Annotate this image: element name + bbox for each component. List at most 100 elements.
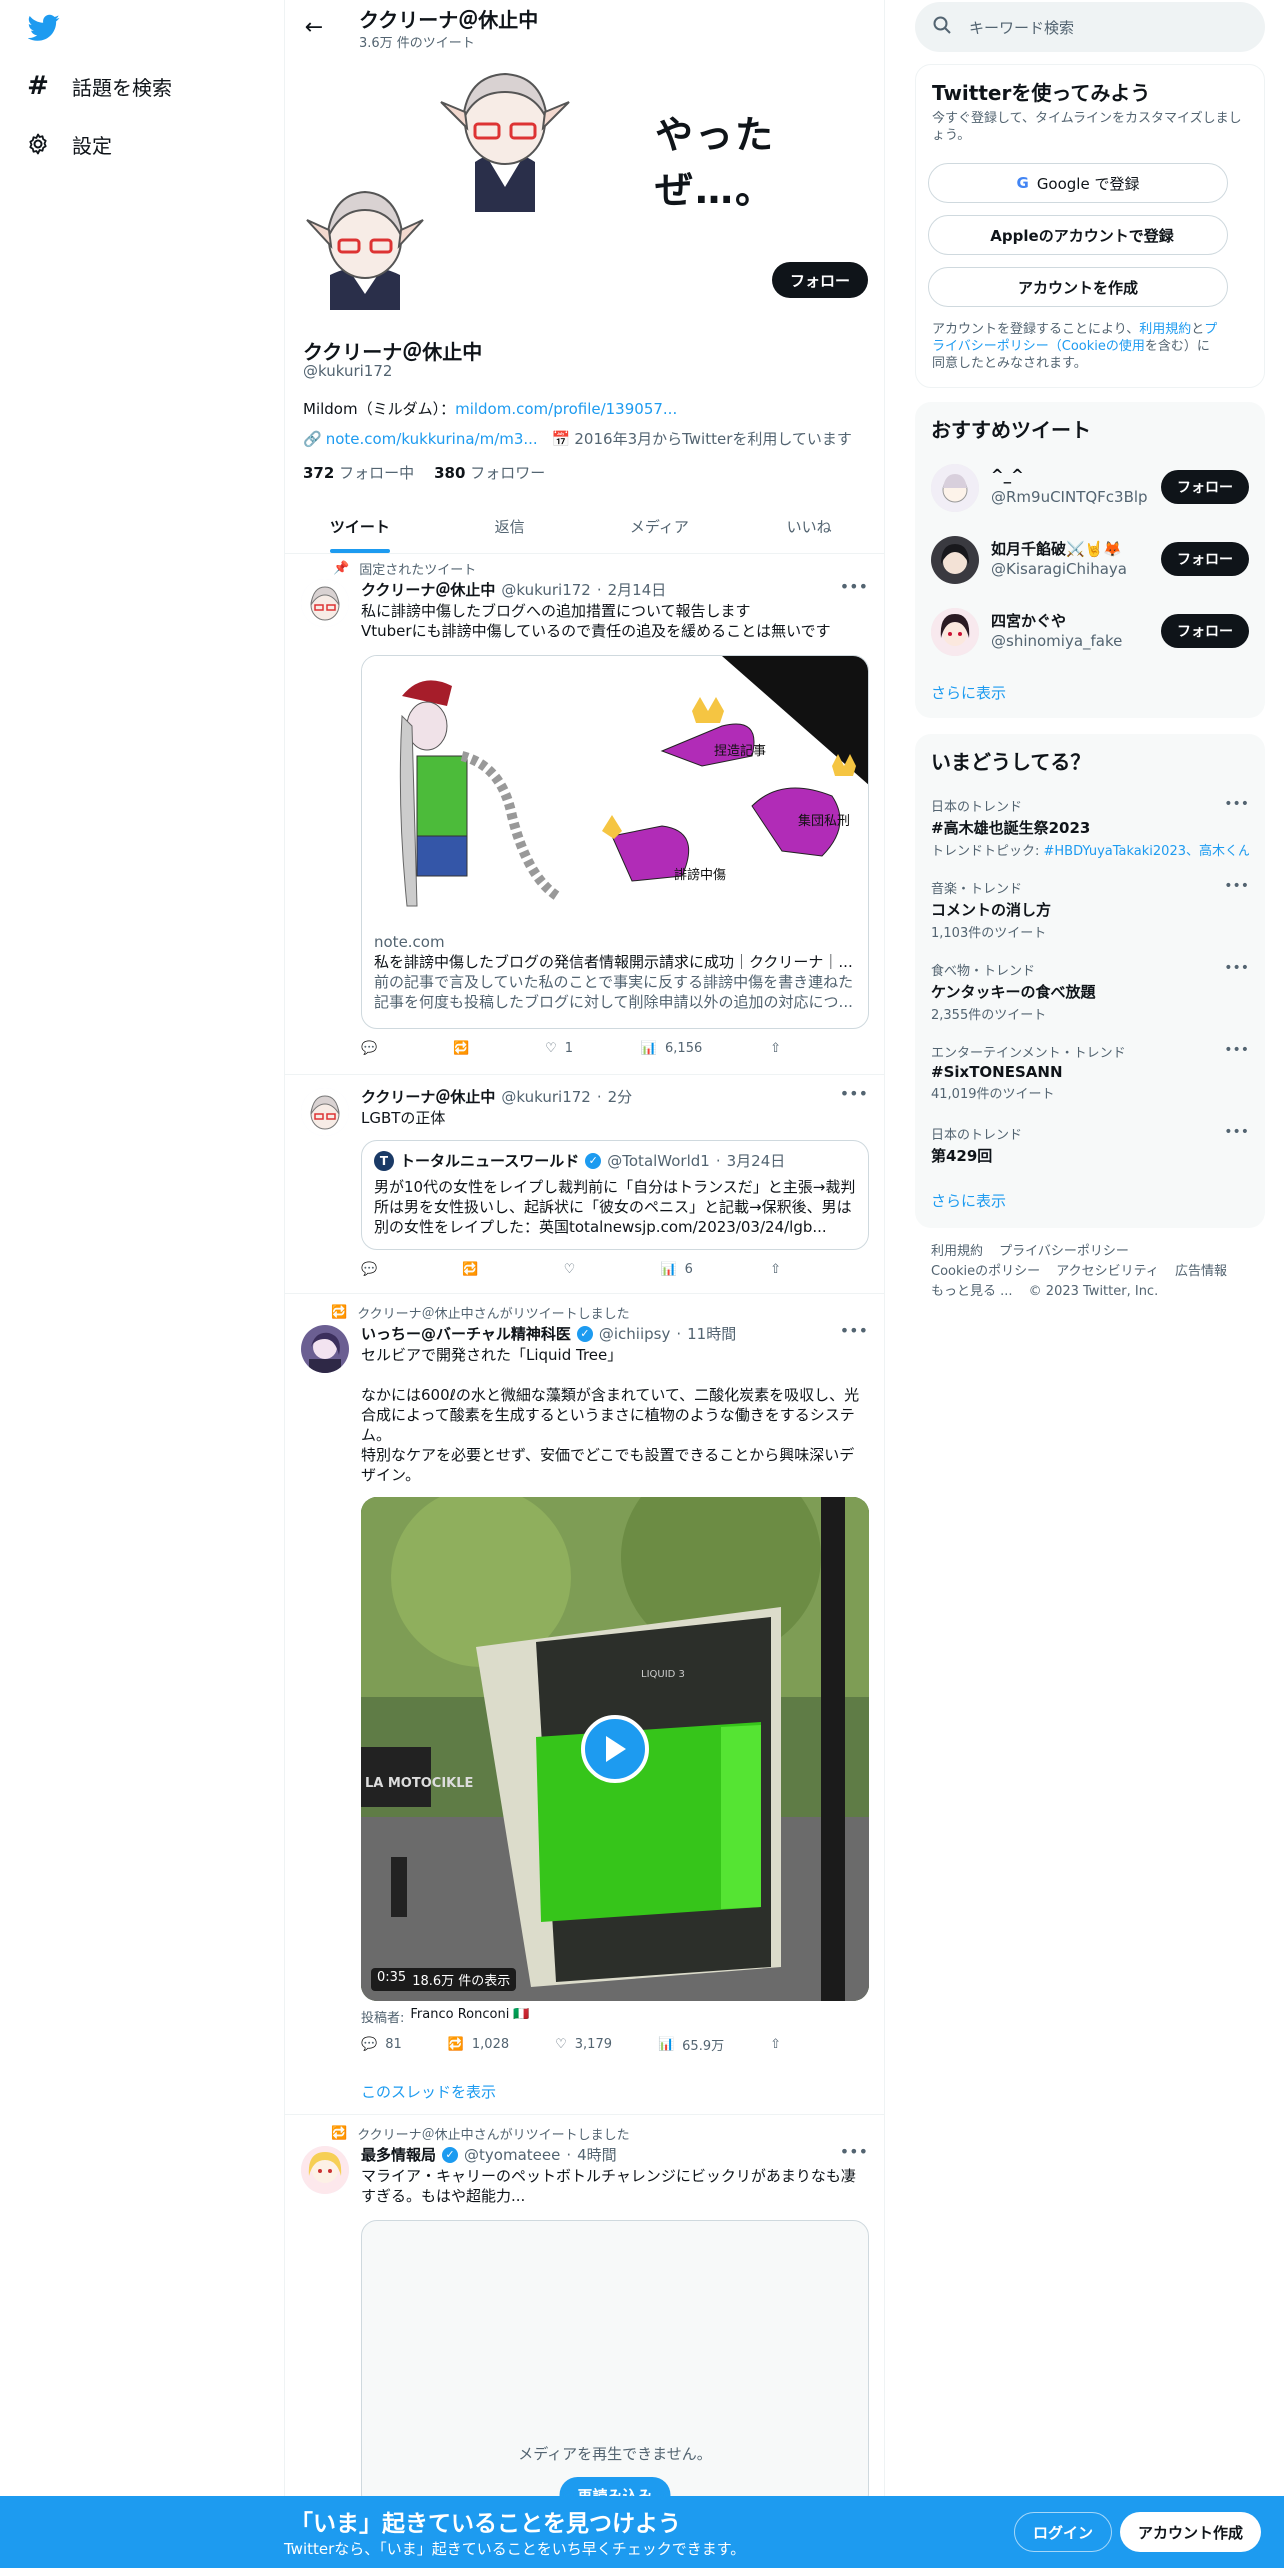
author-handle[interactable]: @kukuri172 bbox=[501, 1088, 590, 1106]
author-name[interactable]: ククリーナ＠休止中 bbox=[361, 579, 495, 600]
following-link[interactable]: 372 フォロー中 bbox=[303, 462, 414, 483]
like-button[interactable]: ♡ 1 bbox=[545, 1041, 573, 1056]
trend-item[interactable]: 食べ物・トレンド ケンタッキーの食べ放題 2,355件のツイート ••• bbox=[931, 960, 1249, 1023]
nav-explore[interactable]: # 話題を検索 bbox=[26, 64, 172, 108]
tab-media[interactable]: メディア bbox=[585, 500, 735, 553]
footer-link[interactable]: 利用規約 bbox=[931, 1244, 983, 1259]
tab-tweets[interactable]: ツイート bbox=[285, 500, 435, 553]
author-handle[interactable]: @tyomateee bbox=[464, 2146, 560, 2164]
card-domain: note.com bbox=[374, 933, 445, 951]
tweet-time[interactable]: 11時間 bbox=[687, 1323, 736, 1344]
login-button[interactable]: ログイン bbox=[1014, 2512, 1113, 2552]
like-button[interactable]: ♡ 3,179 bbox=[555, 2035, 612, 2054]
author-handle[interactable]: @kukuri172 bbox=[501, 581, 590, 599]
more-icon[interactable]: ••• bbox=[1224, 1124, 1249, 1140]
tweet-quote[interactable]: ククリーナ＠休止中 @kukuri172 · 2分 ••• LGBTの正体 T … bbox=[285, 1076, 884, 1294]
like-count: 1 bbox=[564, 1041, 573, 1056]
reply-button[interactable]: 💬 81 bbox=[361, 2035, 402, 2054]
recommended-user[interactable]: 四宮かぐや @shinomiya_fake フォロー bbox=[931, 602, 1249, 662]
profile-avatar[interactable] bbox=[305, 170, 425, 320]
show-more-link[interactable]: さらに表示 bbox=[931, 1190, 1006, 1211]
search-box[interactable]: キーワード検索 bbox=[915, 2, 1265, 52]
trend-item[interactable]: エンターテインメント・トレンド #SixTONESANN 41,019件のツイー… bbox=[931, 1042, 1249, 1102]
tweet-retweet-video[interactable]: 🔁 ククリーナ＠休止中さんがリツイートしました いっちー@バーチャル精神科医 ✓… bbox=[285, 1295, 884, 2115]
avatar[interactable] bbox=[301, 1325, 349, 1373]
avatar bbox=[931, 536, 979, 584]
trend-item[interactable]: 日本のトレンド #高木雄也誕生祭2023 トレンドトピック: #HBDYuyaT… bbox=[931, 796, 1249, 859]
more-icon[interactable]: ••• bbox=[1224, 1042, 1249, 1058]
tweet-time[interactable]: 2分 bbox=[608, 1086, 633, 1107]
trend-name: #SixTONESANN bbox=[931, 1063, 1063, 1081]
footer-link[interactable]: 広告情報 bbox=[1175, 1264, 1227, 1279]
more-icon[interactable]: ••• bbox=[1224, 878, 1249, 894]
footer-link[interactable]: プライバシーポリシー bbox=[999, 1244, 1129, 1259]
pinned-context: 📌 固定されたツイート bbox=[333, 559, 476, 578]
share-button[interactable]: ⇧ bbox=[770, 1262, 781, 1277]
share-button[interactable]: ⇧ bbox=[770, 2035, 781, 2054]
trend-item[interactable]: 日本のトレンド 第429回 ••• bbox=[931, 1124, 1249, 1166]
retweet-button[interactable]: 🔁 bbox=[462, 1262, 486, 1277]
author-name[interactable]: ククリーナ＠休止中 bbox=[361, 1086, 495, 1107]
avatar[interactable] bbox=[301, 1088, 349, 1136]
followers-link[interactable]: 380 フォロワー bbox=[434, 462, 545, 483]
views-button[interactable]: 📊 6,156 bbox=[641, 1041, 702, 1056]
avatar[interactable] bbox=[301, 2146, 349, 2194]
trend-meta-link[interactable]: #HBDYuyaTakaki2023、高木くん bbox=[1044, 844, 1249, 859]
profile-handle: @kukuri172 bbox=[303, 362, 393, 380]
follow-button[interactable]: フォロー bbox=[1161, 542, 1249, 576]
views-button[interactable]: 📊 6 bbox=[660, 1262, 692, 1277]
tab-likes[interactable]: いいね bbox=[734, 500, 884, 553]
follow-button[interactable]: フォロー bbox=[1161, 614, 1249, 648]
quoted-tweet[interactable]: T トータルニュースワールド ✓ @TotalWorld1 · 3月24日 男が… bbox=[361, 1140, 869, 1250]
more-icon[interactable]: ••• bbox=[1224, 960, 1249, 976]
retweet-button[interactable]: 🔁 1,028 bbox=[448, 2035, 509, 2054]
tweet-time[interactable]: 4時間 bbox=[577, 2144, 617, 2165]
footer-link[interactable]: Cookieのポリシー bbox=[931, 1264, 1040, 1279]
link-card[interactable]: 捏造記事 集団私刑 誹謗中傷 note.com 私を誹謗中傷したブログの発信者情… bbox=[361, 655, 869, 1029]
google-signup-button[interactable]: G Google で登録 bbox=[928, 163, 1228, 203]
tweet-text: マライア・キャリーのペットボトルチャレンジにビックリがあまりなも凄すぎる。もはや… bbox=[361, 2167, 856, 2205]
back-arrow-icon[interactable]: ← bbox=[297, 10, 331, 44]
tab-replies[interactable]: 返信 bbox=[435, 500, 585, 553]
show-more-link[interactable]: さらに表示 bbox=[931, 682, 1006, 703]
author-name[interactable]: いっちー@バーチャル精神科医 bbox=[361, 1323, 571, 1344]
recommended-user[interactable]: ^_^ @Rm9uCINTQFc3Blp フォロー bbox=[931, 458, 1249, 518]
tweet-retweet-media[interactable]: 🔁 ククリーナ＠休止中さんがリツイートしました 最多情報局 ✓ @tyomate… bbox=[285, 2116, 884, 2516]
reply-button[interactable]: 💬 bbox=[361, 1262, 385, 1277]
retweet-icon: 🔁 bbox=[331, 1305, 348, 1320]
video-player[interactable]: LIQUID 3 LA MOTOCIKLE 0:35 18.6万 件の表示 bbox=[361, 1497, 869, 2001]
trend-category: 音楽・トレンド bbox=[931, 882, 1023, 897]
more-icon[interactable]: ••• bbox=[840, 577, 868, 596]
website-link[interactable]: note.com/kukkurina/m/m3... bbox=[326, 430, 538, 448]
bio-link[interactable]: mildom.com/profile/139057... bbox=[455, 400, 677, 418]
retweet-button[interactable]: 🔁 bbox=[453, 1041, 477, 1056]
play-icon[interactable] bbox=[581, 1715, 649, 1783]
author-handle[interactable]: @ichiipsy bbox=[599, 1325, 670, 1343]
trend-item[interactable]: 音楽・トレンド コメントの消し方 1,103件のツイート ••• bbox=[931, 878, 1249, 941]
tweet-pinned[interactable]: 📌 固定されたツイート ククリーナ＠休止中 @kukuri172 · 2月14日… bbox=[285, 555, 884, 1075]
terms-link[interactable]: 利用規約 bbox=[1139, 322, 1191, 337]
follow-button[interactable]: フォロー bbox=[1161, 470, 1249, 504]
more-icon[interactable]: ••• bbox=[1224, 796, 1249, 812]
like-button[interactable]: ♡ bbox=[564, 1262, 584, 1277]
avatar[interactable] bbox=[301, 579, 349, 627]
tweet-time[interactable]: 2月14日 bbox=[608, 579, 667, 600]
nav-settings[interactable]: 設定 bbox=[26, 122, 112, 166]
more-icon[interactable]: ••• bbox=[840, 1084, 868, 1103]
footer-link[interactable]: アクセシビリティ bbox=[1056, 1264, 1159, 1279]
more-icon[interactable]: ••• bbox=[840, 1321, 868, 1340]
footer-link[interactable]: もっと見る ... bbox=[931, 1284, 1013, 1299]
more-icon[interactable]: ••• bbox=[840, 2142, 868, 2161]
poster-name[interactable]: Franco Ronconi 🇮🇹 bbox=[410, 2007, 529, 2026]
signup-button[interactable]: アカウント作成 bbox=[1120, 2512, 1262, 2552]
show-thread-link[interactable]: このスレッドを表示 bbox=[361, 2081, 496, 2102]
apple-signup-button[interactable]: Appleのアカウントで登録 bbox=[928, 215, 1228, 255]
views-button[interactable]: 📊 65.9万 bbox=[658, 2035, 724, 2054]
twitter-logo-icon[interactable] bbox=[27, 14, 60, 46]
reply-button[interactable]: 💬 bbox=[361, 1041, 385, 1056]
author-name[interactable]: 最多情報局 bbox=[361, 2144, 436, 2165]
create-account-button[interactable]: アカウントを作成 bbox=[928, 267, 1228, 307]
follow-button[interactable]: フォロー bbox=[771, 262, 868, 298]
share-button[interactable]: ⇧ bbox=[770, 1041, 781, 1056]
recommended-user[interactable]: 如月千餡破⚔️🤘🦊 @KisaragiChihaya フォロー bbox=[931, 530, 1249, 590]
